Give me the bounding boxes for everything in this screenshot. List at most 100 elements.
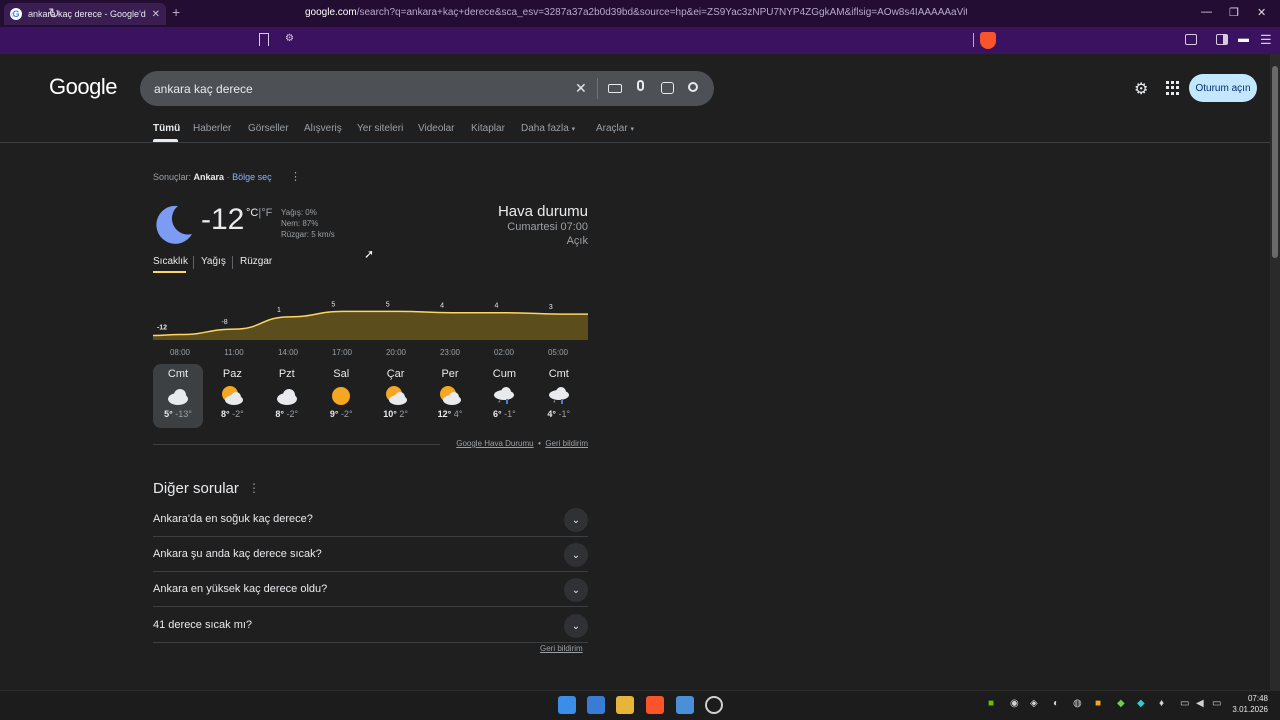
- temperature-label: 4: [440, 303, 444, 310]
- day-temps: 5° -13°: [164, 409, 192, 419]
- weather-feedback-link[interactable]: Geri bildirim: [545, 439, 588, 448]
- site-info-icon[interactable]: ⚙: [285, 33, 294, 44]
- forecast-day[interactable]: Paz 8° -2°: [207, 364, 257, 428]
- tray-app-icon[interactable]: ◍: [1073, 698, 1082, 709]
- expand-chevron-icon[interactable]: ⌄: [564, 543, 588, 567]
- microphone-tray-icon[interactable]: ♦: [1159, 698, 1164, 709]
- tray-app-icon[interactable]: ◆: [1137, 698, 1145, 709]
- expand-chevron-icon[interactable]: ⌄: [564, 508, 588, 532]
- forecast-day[interactable]: Per 12° 4°: [425, 364, 475, 428]
- day-temps: 6° -1°: [493, 409, 516, 419]
- other-questions-options-icon[interactable]: ⋮: [248, 481, 260, 495]
- hour-tick-label: 05:00: [548, 348, 569, 357]
- question-item[interactable]: Ankara'da en soğuk kaç derece? ⌄: [153, 502, 588, 537]
- tray-app-icon[interactable]: ◆: [1117, 698, 1125, 709]
- forward-icon[interactable]: ›: [30, 5, 35, 21]
- microphone-icon[interactable]: [637, 80, 644, 91]
- photos-app-icon[interactable]: [676, 696, 694, 714]
- weather-title: Hava durumu: [497, 203, 588, 220]
- url-field[interactable]: google.com/search?q=ankara+kaç+derece&sc…: [305, 7, 967, 18]
- question-item[interactable]: Ankara şu anda kaç derece sıcak? ⌄: [153, 537, 588, 572]
- tray-app-icon[interactable]: ◐: [1053, 698, 1059, 709]
- temperature-label: 4: [494, 303, 498, 310]
- tab-more[interactable]: Daha fazla ▾: [521, 123, 575, 134]
- menu-icon[interactable]: ☰: [1260, 32, 1272, 48]
- nvidia-tray-icon[interactable]: ■: [988, 698, 994, 709]
- lens-icon[interactable]: [661, 82, 674, 94]
- steam-tray-icon[interactable]: ◈: [1030, 698, 1038, 709]
- forecast-day[interactable]: Sal 9° -2°: [316, 364, 366, 428]
- expand-chevron-icon[interactable]: ⌄: [564, 578, 588, 602]
- tab-news[interactable]: Haberler: [193, 123, 231, 134]
- search-input[interactable]: ankara kaç derece: [154, 82, 253, 96]
- tab-places[interactable]: Yer siteleri: [357, 123, 403, 134]
- forecast-day[interactable]: Çar 10° 2°: [371, 364, 421, 428]
- volume-icon[interactable]: ◀: [1196, 698, 1204, 709]
- temperature-label: 1: [277, 307, 281, 314]
- forecast-day[interactable]: Pzt 8° -2°: [262, 364, 312, 428]
- weather-tab-indicator: [153, 271, 186, 273]
- reader-mode-icon[interactable]: [1185, 34, 1197, 45]
- precipitation-text: Yağış: 0%: [281, 208, 317, 217]
- tray-app-icon[interactable]: ■: [1095, 698, 1101, 709]
- fahrenheit-unit[interactable]: °F: [261, 207, 272, 219]
- bookmark-icon[interactable]: [259, 33, 269, 46]
- tray-app-icon[interactable]: ◉: [1010, 698, 1019, 709]
- more-options-icon[interactable]: ⋮: [290, 170, 301, 183]
- unit-toggle[interactable]: °C|°F: [246, 207, 272, 219]
- clock-app-icon[interactable]: [705, 696, 723, 714]
- settings-gear-icon[interactable]: ⚙: [1134, 79, 1148, 99]
- tab-precipitation[interactable]: Yağış: [201, 256, 226, 267]
- google-weather-link[interactable]: Google Hava Durumu: [456, 439, 533, 448]
- google-logo[interactable]: Google: [49, 74, 117, 100]
- tab-shopping[interactable]: Alışveriş: [304, 123, 342, 134]
- day-temps: 12° 4°: [437, 409, 463, 419]
- file-explorer-icon[interactable]: [616, 696, 634, 714]
- tab-all[interactable]: Tümü: [153, 123, 180, 134]
- new-tab-icon[interactable]: +: [172, 4, 180, 20]
- tab-tools[interactable]: Araçlar ▾: [596, 123, 634, 134]
- tab-images[interactable]: Görseller: [248, 123, 289, 134]
- signin-button[interactable]: Oturum açın: [1189, 74, 1257, 102]
- widgets-icon[interactable]: [587, 696, 605, 714]
- question-item[interactable]: Ankara en yüksek kaç derece oldu? ⌄: [153, 572, 588, 607]
- forecast-day[interactable]: Cmt * 4° -1°: [534, 364, 584, 428]
- restore-icon[interactable]: ❐: [1229, 6, 1239, 19]
- tab-temperature[interactable]: Sıcaklık: [153, 256, 188, 267]
- network-icon[interactable]: ▭: [1180, 698, 1189, 709]
- tab-videos[interactable]: Videolar: [418, 123, 455, 134]
- choose-region-link[interactable]: Bölge seç: [232, 172, 272, 182]
- brave-shields-icon[interactable]: [980, 32, 996, 49]
- keyboard-icon[interactable]: [608, 84, 622, 93]
- tab-wind[interactable]: Rüzgar: [240, 256, 272, 267]
- wallet-icon[interactable]: ▬: [1238, 33, 1249, 45]
- reload-icon[interactable]: ↻: [48, 5, 60, 22]
- google-apps-icon[interactable]: [1166, 81, 1180, 95]
- question-item[interactable]: 41 derece sıcak mı? ⌄: [153, 608, 588, 643]
- close-window-icon[interactable]: ✕: [1257, 6, 1266, 19]
- search-icon[interactable]: [688, 82, 698, 92]
- windows-start-icon[interactable]: [558, 696, 576, 714]
- forecast-day[interactable]: Cmt 5° -13°: [153, 364, 203, 428]
- battery-icon[interactable]: ▭: [1212, 698, 1221, 709]
- temperature-label: 3: [549, 304, 553, 311]
- sidebar-icon[interactable]: [1216, 34, 1228, 45]
- expand-chevron-icon[interactable]: ⌄: [564, 614, 588, 638]
- tab-books[interactable]: Kitaplar: [471, 123, 505, 134]
- forecast-day[interactable]: Cum * 6° -1°: [479, 364, 529, 428]
- brave-browser-icon[interactable]: [646, 696, 664, 714]
- browser-tab[interactable]: G ankara kaç derece - Google'da A ✕: [4, 3, 166, 25]
- day-name: Cum: [492, 368, 516, 380]
- clear-icon[interactable]: ✕: [575, 80, 587, 97]
- minimize-icon[interactable]: —: [1201, 6, 1212, 18]
- hour-tick-label: 02:00: [494, 348, 515, 357]
- day-name: Cmt: [548, 368, 569, 380]
- celsius-unit[interactable]: °C: [246, 207, 258, 219]
- questions-feedback-link[interactable]: Geri bildirim: [540, 644, 583, 653]
- close-tab-icon[interactable]: ✕: [152, 9, 160, 20]
- scrollbar-thumb[interactable]: [1272, 66, 1278, 258]
- taskbar-clock[interactable]: 07:48 3.01.2026: [1226, 693, 1268, 715]
- back-icon[interactable]: ‹: [10, 5, 15, 21]
- url-divider: [973, 33, 974, 47]
- temperature-chart: -12 08:00 -8 11:00 1 14:00 5 17:00 5 20:00 4 23:00 4…: [153, 301, 588, 357]
